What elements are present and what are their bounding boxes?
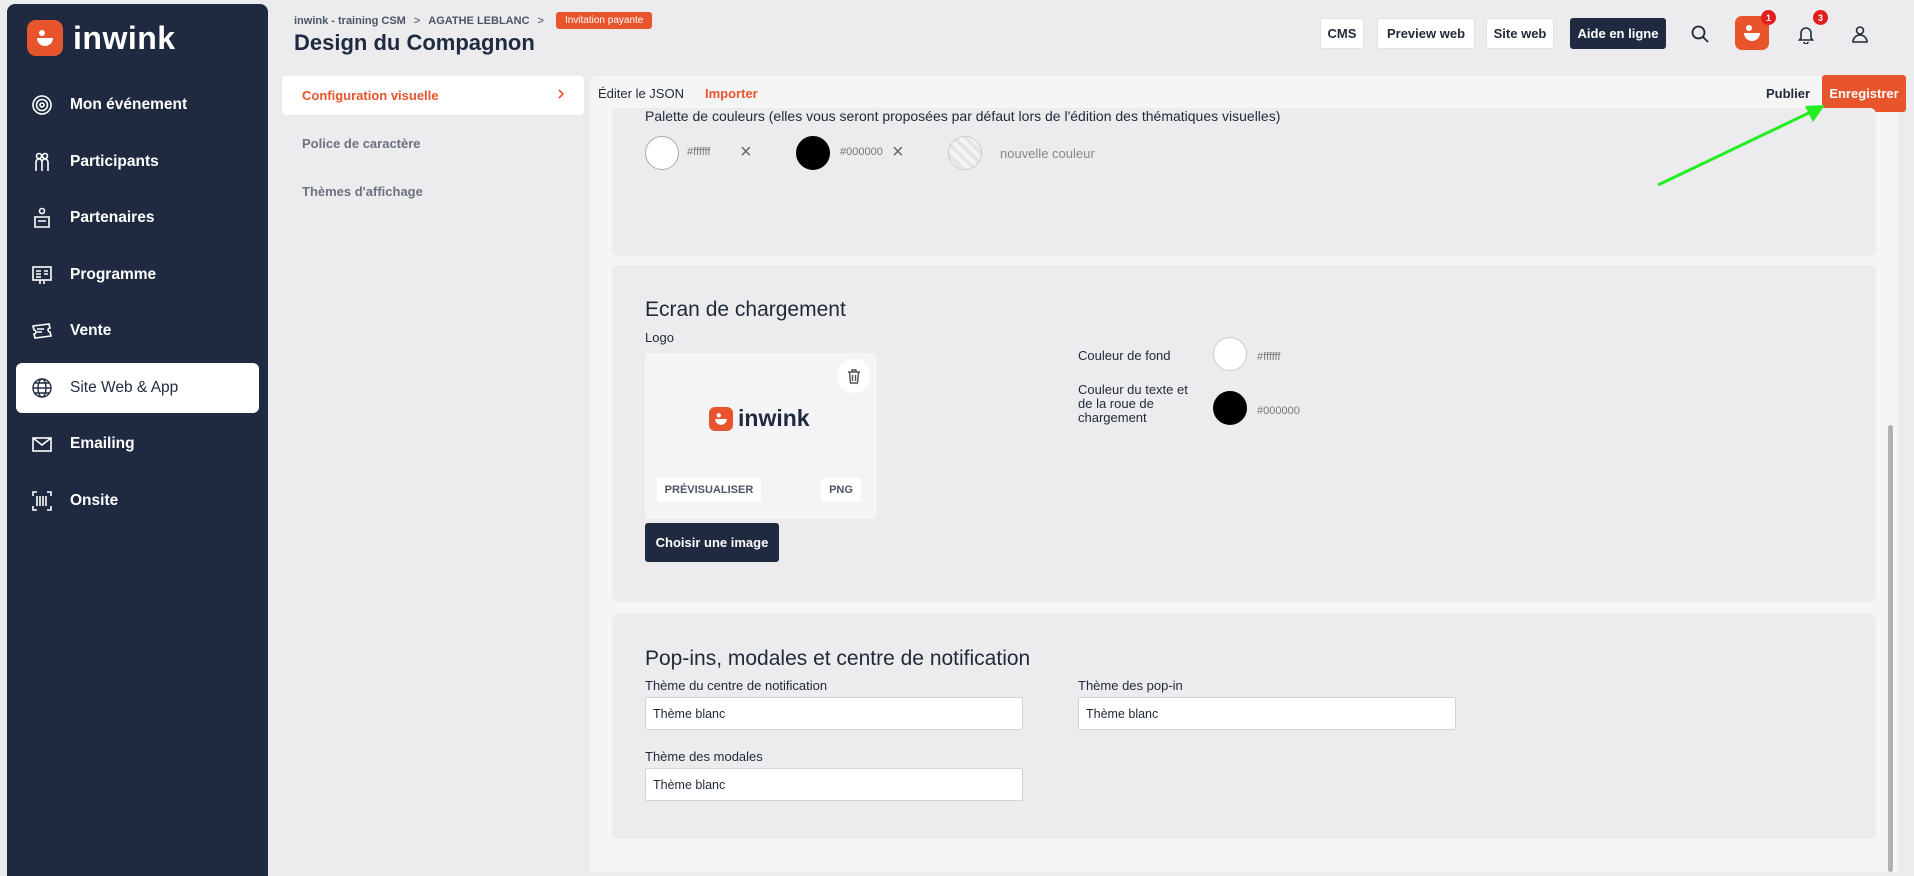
remove-color-icon[interactable]: × xyxy=(892,142,904,162)
breadcrumb-separator: > xyxy=(413,14,421,27)
cms-button[interactable]: CMS xyxy=(1320,18,1364,49)
brand-name: inwink xyxy=(73,19,176,56)
ticket-icon xyxy=(30,319,54,343)
remove-color-icon[interactable]: × xyxy=(740,142,752,162)
menu-item-police-de-caractere[interactable]: Police de caractère xyxy=(282,124,584,163)
format-chip: PNG xyxy=(821,478,861,502)
people-icon xyxy=(30,150,54,174)
invitation-badge: Invitation payante xyxy=(555,12,653,29)
booth-icon xyxy=(30,206,54,230)
breadcrumb: inwink - training CSM > AGATHE LEBLANC >… xyxy=(294,12,653,29)
menu-item-themes-affichage[interactable]: Thèmes d'affichage xyxy=(282,172,584,211)
menu-item-label: Police de caractère xyxy=(302,136,421,151)
main-panel: Éditer le JSON Importer Publier Enregist… xyxy=(590,75,1906,872)
page-title: Design du Compagnon xyxy=(294,30,535,55)
popin-select[interactable]: Thème blanc xyxy=(1078,697,1456,730)
background-color-label: Couleur de fond xyxy=(1078,348,1171,363)
sidebar-item-label: Emailing xyxy=(70,435,135,452)
trash-icon[interactable] xyxy=(837,359,871,393)
user-icon[interactable] xyxy=(1845,19,1875,49)
menu-item-configuration-visuelle[interactable]: Configuration visuelle xyxy=(282,76,584,115)
breadcrumb-item[interactable]: inwink - training CSM xyxy=(294,15,406,27)
palette-color-swatch[interactable] xyxy=(645,136,679,170)
notification-count-badge: 3 xyxy=(1813,10,1828,25)
menu-item-label: Configuration visuelle xyxy=(302,88,439,103)
help-button[interactable]: Aide en ligne xyxy=(1570,18,1666,49)
palette-color-hex: #000000 xyxy=(840,146,883,158)
sidebar-item-label: Vente xyxy=(70,322,112,339)
loading-screen-title: Ecran de chargement xyxy=(645,298,846,321)
palette-color-swatch[interactable] xyxy=(796,136,830,170)
brand[interactable]: inwink xyxy=(27,16,176,60)
text-color-label: Couleur du texte et de la roue de charge… xyxy=(1078,382,1188,425)
sidebar-item-label: Participants xyxy=(70,152,159,170)
logo-label: Logo xyxy=(645,330,674,345)
sidebar-item-label: Site Web & App xyxy=(70,378,179,396)
choose-image-button[interactable]: Choisir une image xyxy=(645,523,779,562)
site-web-button[interactable]: Site web xyxy=(1486,18,1554,49)
sidebar-item-onsite[interactable]: Onsite xyxy=(16,476,259,526)
preview-chip[interactable]: PRÉVISUALISER xyxy=(657,478,761,502)
modal-select[interactable]: Thème blanc xyxy=(645,768,1023,801)
modal-label: Thème des modales xyxy=(645,749,763,764)
logo-wordmark: inwink xyxy=(738,405,810,431)
sidebar-item-vente[interactable]: Vente xyxy=(16,306,259,356)
sidebar-item-label: Programme xyxy=(70,265,157,283)
new-color-swatch[interactable] xyxy=(948,136,982,170)
edit-json-link[interactable]: Éditer le JSON xyxy=(598,86,684,101)
mail-icon xyxy=(30,432,54,456)
inwink-logo-icon xyxy=(709,406,733,431)
sidebar: inwink Mon événement Participants Parten… xyxy=(7,4,268,876)
text-color-hex: #000000 xyxy=(1257,405,1300,417)
palette-label: Palette de couleurs (elles vous seront p… xyxy=(645,108,1281,124)
target-icon xyxy=(30,93,54,117)
breadcrumb-separator: > xyxy=(537,14,544,27)
logo-box: inwink PRÉVISUALISER PNG xyxy=(645,353,877,519)
publish-button[interactable]: Publier xyxy=(1766,86,1810,101)
notification-center-label: Thème du centre de notification xyxy=(645,678,828,693)
sidebar-item-site-web-app[interactable]: Site Web & App xyxy=(16,362,259,413)
sidebar-item-emailing[interactable]: Emailing xyxy=(16,419,259,469)
logo-preview: inwink xyxy=(709,405,810,432)
header: inwink - training CSM > AGATHE LEBLANC >… xyxy=(276,4,1906,61)
presentation-icon xyxy=(30,263,54,287)
sidebar-item-partenaires[interactable]: Partenaires xyxy=(16,193,259,243)
inwink-logo-icon xyxy=(27,20,63,56)
import-link[interactable]: Importer xyxy=(705,86,758,101)
app-count-badge: 1 xyxy=(1761,10,1776,25)
notification-center-select[interactable]: Thème blanc xyxy=(645,697,1023,730)
popin-label: Thème des pop-in xyxy=(1078,678,1183,693)
text-color-swatch[interactable] xyxy=(1213,391,1247,425)
menu-item-label: Thèmes d'affichage xyxy=(302,184,423,199)
loading-screen-card: Ecran de chargement Logo inwink PRÉVISUA… xyxy=(612,265,1876,602)
background-color-hex: #ffffff xyxy=(1257,351,1281,363)
sidebar-nav: Mon événement Participants Partenaires P… xyxy=(16,80,259,532)
sidebar-item-participants[interactable]: Participants xyxy=(16,137,259,187)
background-color-swatch[interactable] xyxy=(1213,337,1247,371)
sidebar-item-label: Mon événement xyxy=(70,96,188,113)
sidebar-item-label: Partenaires xyxy=(70,209,155,226)
search-icon[interactable] xyxy=(1685,19,1715,49)
annotation-arrow-icon xyxy=(1657,105,1825,187)
popins-title: Pop-ins, modales et centre de notificati… xyxy=(645,647,1031,670)
new-color-label[interactable]: nouvelle couleur xyxy=(1000,146,1095,161)
palette-color-hex: #ffffff xyxy=(687,146,711,158)
breadcrumb-item[interactable]: AGATHE LEBLANC xyxy=(428,15,529,27)
chevron-right-icon xyxy=(556,87,566,104)
sidebar-item-label: Onsite xyxy=(70,491,119,509)
popins-card: Pop-ins, modales et centre de notificati… xyxy=(612,613,1876,839)
preview-web-button[interactable]: Preview web xyxy=(1377,18,1475,49)
scrollbar[interactable] xyxy=(1888,425,1893,872)
sidebar-item-mon-evenement[interactable]: Mon événement xyxy=(16,80,259,130)
globe-icon xyxy=(30,376,54,400)
sidebar-item-programme[interactable]: Programme xyxy=(16,250,259,300)
barcode-icon xyxy=(30,489,54,513)
config-menu: Configuration visuelle Police de caractè… xyxy=(282,76,584,220)
